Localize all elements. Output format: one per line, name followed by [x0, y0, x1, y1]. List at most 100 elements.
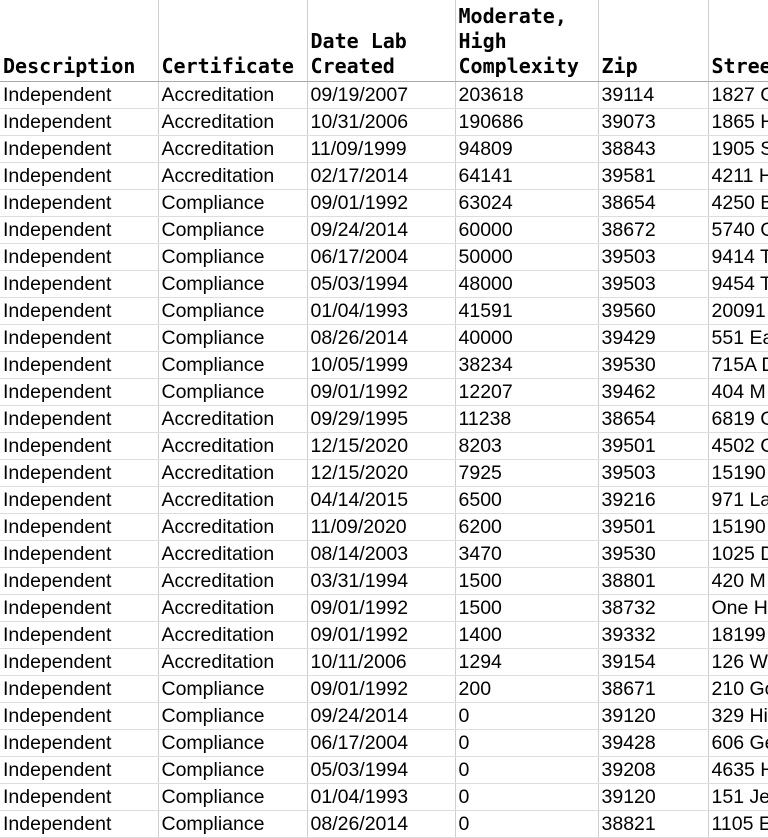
- cell-street[interactable]: 1105 E: [708, 811, 768, 838]
- cell-zip[interactable]: 39429: [598, 325, 708, 352]
- cell-moderate-high-complexity[interactable]: 41591: [455, 298, 598, 325]
- cell-description[interactable]: Independent: [0, 541, 158, 568]
- cell-description[interactable]: Independent: [0, 217, 158, 244]
- cell-certificate[interactable]: Compliance: [158, 703, 307, 730]
- cell-moderate-high-complexity[interactable]: 6200: [455, 514, 598, 541]
- cell-certificate[interactable]: Compliance: [158, 676, 307, 703]
- cell-certificate[interactable]: Accreditation: [158, 622, 307, 649]
- column-header-moderate-high-complexity[interactable]: Moderate, High Complexity: [455, 0, 598, 82]
- cell-certificate[interactable]: Compliance: [158, 784, 307, 811]
- cell-certificate[interactable]: Accreditation: [158, 406, 307, 433]
- cell-zip[interactable]: 39503: [598, 271, 708, 298]
- cell-description[interactable]: Independent: [0, 298, 158, 325]
- cell-description[interactable]: Independent: [0, 82, 158, 109]
- cell-description[interactable]: Independent: [0, 757, 158, 784]
- cell-moderate-high-complexity[interactable]: 48000: [455, 271, 598, 298]
- cell-zip[interactable]: 38654: [598, 406, 708, 433]
- cell-moderate-high-complexity[interactable]: 38234: [455, 352, 598, 379]
- cell-zip[interactable]: 38671: [598, 676, 708, 703]
- cell-description[interactable]: Independent: [0, 325, 158, 352]
- cell-date-lab-created[interactable]: 12/15/2020: [307, 460, 455, 487]
- cell-date-lab-created[interactable]: 09/01/1992: [307, 622, 455, 649]
- cell-moderate-high-complexity[interactable]: 8203: [455, 433, 598, 460]
- cell-moderate-high-complexity[interactable]: 0: [455, 784, 598, 811]
- cell-description[interactable]: Independent: [0, 676, 158, 703]
- cell-description[interactable]: Independent: [0, 136, 158, 163]
- cell-zip[interactable]: 39503: [598, 244, 708, 271]
- cell-moderate-high-complexity[interactable]: 6500: [455, 487, 598, 514]
- cell-description[interactable]: Independent: [0, 487, 158, 514]
- cell-date-lab-created[interactable]: 10/11/2006: [307, 649, 455, 676]
- cell-description[interactable]: Independent: [0, 595, 158, 622]
- cell-description[interactable]: Independent: [0, 163, 158, 190]
- cell-street[interactable]: 9454 T: [708, 271, 768, 298]
- cell-moderate-high-complexity[interactable]: 60000: [455, 217, 598, 244]
- cell-street[interactable]: 971 La: [708, 487, 768, 514]
- cell-moderate-high-complexity[interactable]: 0: [455, 811, 598, 838]
- cell-zip[interactable]: 39501: [598, 514, 708, 541]
- cell-date-lab-created[interactable]: 10/31/2006: [307, 109, 455, 136]
- cell-moderate-high-complexity[interactable]: 1500: [455, 595, 598, 622]
- cell-moderate-high-complexity[interactable]: 1294: [455, 649, 598, 676]
- cell-certificate[interactable]: Accreditation: [158, 568, 307, 595]
- cell-zip[interactable]: 39462: [598, 379, 708, 406]
- cell-zip[interactable]: 39154: [598, 649, 708, 676]
- cell-date-lab-created[interactable]: 09/01/1992: [307, 190, 455, 217]
- cell-zip[interactable]: 39530: [598, 541, 708, 568]
- cell-description[interactable]: Independent: [0, 730, 158, 757]
- cell-date-lab-created[interactable]: 09/29/1995: [307, 406, 455, 433]
- cell-street[interactable]: 329 Hi: [708, 703, 768, 730]
- cell-street[interactable]: 1865 H: [708, 109, 768, 136]
- cell-certificate[interactable]: Accreditation: [158, 136, 307, 163]
- cell-description[interactable]: Independent: [0, 271, 158, 298]
- cell-zip[interactable]: 39216: [598, 487, 708, 514]
- cell-street[interactable]: 1905 S: [708, 136, 768, 163]
- cell-street[interactable]: One H: [708, 595, 768, 622]
- cell-street[interactable]: 210 Go: [708, 676, 768, 703]
- column-header-certificate[interactable]: Certificate: [158, 0, 307, 82]
- cell-certificate[interactable]: Compliance: [158, 298, 307, 325]
- cell-zip[interactable]: 38843: [598, 136, 708, 163]
- cell-date-lab-created[interactable]: 02/17/2014: [307, 163, 455, 190]
- cell-date-lab-created[interactable]: 08/26/2014: [307, 325, 455, 352]
- cell-moderate-high-complexity[interactable]: 63024: [455, 190, 598, 217]
- cell-certificate[interactable]: Accreditation: [158, 487, 307, 514]
- cell-description[interactable]: Independent: [0, 811, 158, 838]
- cell-description[interactable]: Independent: [0, 244, 158, 271]
- cell-zip[interactable]: 39120: [598, 703, 708, 730]
- cell-date-lab-created[interactable]: 04/14/2015: [307, 487, 455, 514]
- cell-moderate-high-complexity[interactable]: 0: [455, 703, 598, 730]
- cell-certificate[interactable]: Compliance: [158, 379, 307, 406]
- cell-date-lab-created[interactable]: 09/19/2007: [307, 82, 455, 109]
- cell-date-lab-created[interactable]: 10/05/1999: [307, 352, 455, 379]
- cell-zip[interactable]: 39208: [598, 757, 708, 784]
- cell-description[interactable]: Independent: [0, 460, 158, 487]
- cell-date-lab-created[interactable]: 09/01/1992: [307, 595, 455, 622]
- cell-moderate-high-complexity[interactable]: 7925: [455, 460, 598, 487]
- cell-date-lab-created[interactable]: 05/03/1994: [307, 757, 455, 784]
- cell-zip[interactable]: 38801: [598, 568, 708, 595]
- cell-street[interactable]: 15190: [708, 460, 768, 487]
- cell-date-lab-created[interactable]: 01/04/1993: [307, 784, 455, 811]
- cell-certificate[interactable]: Accreditation: [158, 163, 307, 190]
- cell-certificate[interactable]: Compliance: [158, 217, 307, 244]
- cell-street[interactable]: 606 Ge: [708, 730, 768, 757]
- cell-street[interactable]: 4635 H: [708, 757, 768, 784]
- column-header-zip[interactable]: Zip: [598, 0, 708, 82]
- cell-certificate[interactable]: Accreditation: [158, 460, 307, 487]
- cell-date-lab-created[interactable]: 05/03/1994: [307, 271, 455, 298]
- cell-zip[interactable]: 39501: [598, 433, 708, 460]
- cell-date-lab-created[interactable]: 01/04/1993: [307, 298, 455, 325]
- cell-certificate[interactable]: Compliance: [158, 352, 307, 379]
- cell-street[interactable]: 126 W: [708, 649, 768, 676]
- cell-certificate[interactable]: Compliance: [158, 244, 307, 271]
- cell-moderate-high-complexity[interactable]: 190686: [455, 109, 598, 136]
- cell-zip[interactable]: 38654: [598, 190, 708, 217]
- cell-moderate-high-complexity[interactable]: 1400: [455, 622, 598, 649]
- cell-description[interactable]: Independent: [0, 568, 158, 595]
- cell-zip[interactable]: 39560: [598, 298, 708, 325]
- cell-description[interactable]: Independent: [0, 703, 158, 730]
- cell-certificate[interactable]: Accreditation: [158, 595, 307, 622]
- cell-certificate[interactable]: Accreditation: [158, 433, 307, 460]
- cell-moderate-high-complexity[interactable]: 1500: [455, 568, 598, 595]
